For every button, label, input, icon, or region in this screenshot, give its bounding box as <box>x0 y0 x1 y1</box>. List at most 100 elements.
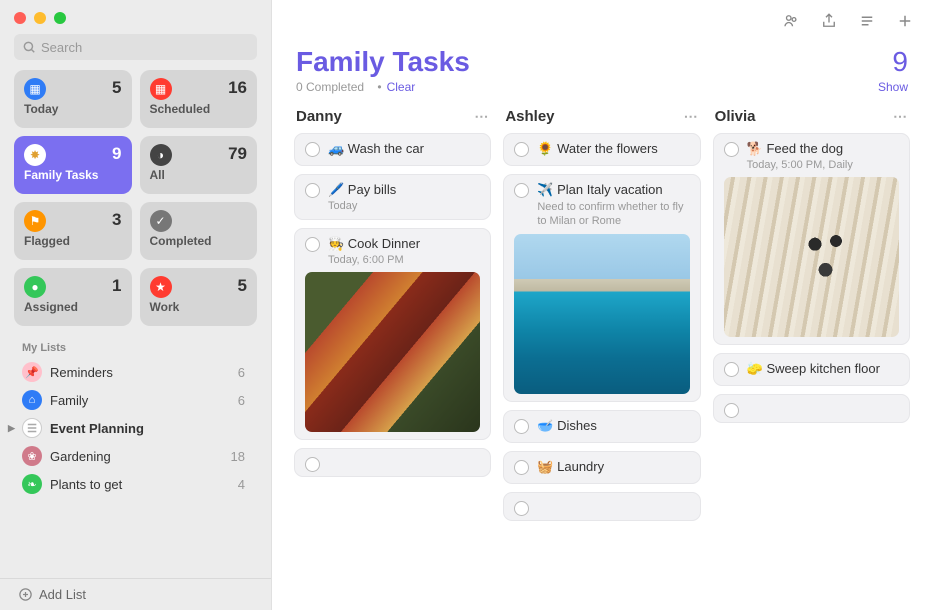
list-header: Family Tasks 9 <box>272 42 932 80</box>
smart-count: 3 <box>112 210 121 230</box>
column-more-icon[interactable]: ⋯ <box>893 108 908 125</box>
task-radio[interactable] <box>514 501 529 516</box>
task-radio[interactable] <box>724 142 739 157</box>
smart-completed[interactable]: ✓ Completed <box>140 202 258 260</box>
task-radio[interactable] <box>305 457 320 472</box>
smart-work[interactable]: ★ 5 Work <box>140 268 258 326</box>
task-item[interactable]: 🐕 Feed the dog Today, 5:00 PM, Daily <box>713 133 910 345</box>
column-more-icon[interactable]: ⋯ <box>474 108 489 125</box>
smart-count: 16 <box>228 78 247 98</box>
collaborate-icon[interactable] <box>782 12 800 30</box>
task-empty[interactable] <box>294 448 491 477</box>
star-icon: ★ <box>150 276 172 298</box>
smart-count: 5 <box>112 78 121 98</box>
task-radio[interactable] <box>305 183 320 198</box>
search-input[interactable]: Search <box>14 34 257 60</box>
smart-label: Work <box>150 300 248 314</box>
list-subheader: 0 Completed • Clear Show <box>272 80 932 104</box>
sidebar: Search ▦ 5 Today ▦ 16 Scheduled ✸ 9 Fami… <box>0 0 272 610</box>
task-item[interactable]: ✈️ Plan Italy vacation Need to confirm w… <box>503 174 700 402</box>
task-meta: Today, 5:00 PM, Daily <box>747 159 899 171</box>
task-radio[interactable] <box>724 362 739 377</box>
chevron-right-icon[interactable]: ▶ <box>8 423 18 434</box>
task-image <box>305 272 480 432</box>
check-icon: ✓ <box>150 210 172 232</box>
smart-scheduled[interactable]: ▦ 16 Scheduled <box>140 70 258 128</box>
task-item[interactable]: 🌻 Water the flowers <box>503 133 700 166</box>
main-content: Family Tasks 9 0 Completed • Clear Show … <box>272 0 932 610</box>
calendar-icon: ▦ <box>24 78 46 100</box>
list-label: Family <box>50 393 88 408</box>
column-header: Danny ⋯ <box>294 104 491 133</box>
task-item[interactable]: 🧺 Laundry <box>503 451 700 484</box>
task-empty[interactable] <box>503 492 700 521</box>
view-options-icon[interactable] <box>858 12 876 30</box>
list-count: 18 <box>231 449 249 464</box>
task-title: 🧑‍🍳 Cook Dinner <box>328 236 420 253</box>
list-family[interactable]: ⌂ Family 6 <box>0 386 271 414</box>
column-more-icon[interactable]: ⋯ <box>684 108 699 125</box>
share-icon[interactable] <box>820 12 838 30</box>
task-item[interactable]: 🖊️ Pay bills Today <box>294 174 491 220</box>
list-count: 4 <box>238 477 249 492</box>
task-item[interactable]: 🧑‍🍳 Cook Dinner Today, 6:00 PM <box>294 228 491 440</box>
task-title: 🚙 Wash the car <box>328 141 424 158</box>
task-radio[interactable] <box>514 183 529 198</box>
task-radio[interactable] <box>305 142 320 157</box>
zoom-window[interactable] <box>54 12 66 24</box>
calendar-icon: ▦ <box>150 78 172 100</box>
add-list-label: Add List <box>39 587 86 602</box>
list-gardening[interactable]: ❀ Gardening 18 <box>0 442 271 470</box>
flower-icon: ❀ <box>22 446 42 466</box>
task-radio[interactable] <box>514 460 529 475</box>
smart-label: Family Tasks <box>24 168 122 182</box>
person-icon: ● <box>24 276 46 298</box>
clear-button[interactable]: Clear <box>387 80 416 94</box>
list-reminders[interactable]: 📌 Reminders 6 <box>0 358 271 386</box>
task-title: 🧽 Sweep kitchen floor <box>747 361 880 378</box>
task-item[interactable]: 🥣 Dishes <box>503 410 700 443</box>
search-icon <box>22 40 36 54</box>
smart-label: Completed <box>150 234 248 248</box>
minimize-window[interactable] <box>34 12 46 24</box>
home-icon: ⌂ <box>22 390 42 410</box>
my-lists-heading: My Lists <box>0 336 271 358</box>
dot: • <box>377 80 381 94</box>
smart-all[interactable]: ◑ 79 All <box>140 136 258 194</box>
task-image <box>724 177 899 337</box>
close-window[interactable] <box>14 12 26 24</box>
smart-flagged[interactable]: ⚑ 3 Flagged <box>14 202 132 260</box>
list-title: Family Tasks <box>296 46 470 78</box>
smart-family-tasks[interactable]: ✸ 9 Family Tasks <box>14 136 132 194</box>
smart-today[interactable]: ▦ 5 Today <box>14 70 132 128</box>
list-label: Reminders <box>50 365 113 380</box>
list-plants[interactable]: ❧ Plants to get 4 <box>0 470 271 498</box>
show-button[interactable]: Show <box>878 80 908 94</box>
plus-circle-icon <box>18 587 33 602</box>
task-item[interactable]: 🧽 Sweep kitchen floor <box>713 353 910 386</box>
new-reminder-icon[interactable] <box>896 12 914 30</box>
task-radio[interactable] <box>514 142 529 157</box>
column-title: Ashley <box>505 108 554 125</box>
smart-label: All <box>150 168 248 182</box>
task-radio[interactable] <box>514 419 529 434</box>
smart-lists: ▦ 5 Today ▦ 16 Scheduled ✸ 9 Family Task… <box>0 70 271 336</box>
completed-label: 0 Completed <box>296 80 364 94</box>
smart-count: 9 <box>112 144 121 164</box>
task-item[interactable]: 🚙 Wash the car <box>294 133 491 166</box>
smart-count: 1 <box>112 276 121 296</box>
smart-label: Assigned <box>24 300 122 314</box>
column-header: Ashley ⋯ <box>503 104 700 133</box>
list-event-planning[interactable]: ▶ ☰ Event Planning <box>0 414 271 442</box>
toolbar <box>272 0 932 42</box>
smart-assigned[interactable]: ● 1 Assigned <box>14 268 132 326</box>
task-radio[interactable] <box>724 403 739 418</box>
sparkle-icon: ✸ <box>24 144 46 166</box>
task-note: Need to confirm whether to fly to Milan … <box>537 200 689 229</box>
leaf-icon: ❧ <box>22 474 42 494</box>
task-radio[interactable] <box>305 237 320 252</box>
task-empty[interactable] <box>713 394 910 423</box>
add-list-button[interactable]: Add List <box>0 578 271 610</box>
list-icon: ☰ <box>22 418 42 438</box>
task-title: 🥣 Dishes <box>537 418 597 435</box>
